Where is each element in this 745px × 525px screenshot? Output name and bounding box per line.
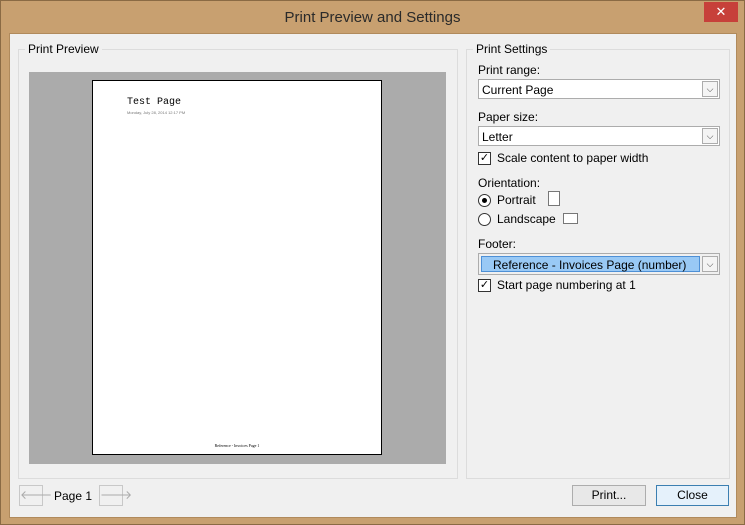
preview-page: Test Page Monday, July 28, 2014 12:17 PM… [92,80,382,455]
print-preview-group: Print Preview Test Page Monday, July 28,… [18,42,458,479]
previous-page-button[interactable]: 🡐 [19,485,52,506]
portrait-radio[interactable] [478,194,491,207]
footer-label: Footer: [478,237,517,251]
chevron-down-icon[interactable]: ⌵ [702,81,718,97]
start-page-numbering-checkbox[interactable]: ✓ [478,279,491,292]
next-page-button[interactable]: 🡒 [99,485,132,506]
landscape-page-icon [563,213,578,224]
page-date-text: Monday, July 28, 2014 12:17 PM [127,110,186,115]
window-close-button[interactable]: ✕ [704,2,738,22]
print-button[interactable]: Print... [572,485,646,506]
page-footer-text: Reference - Invoices Page 1 [214,443,260,448]
portrait-label[interactable]: Portrait [497,193,536,207]
landscape-label[interactable]: Landscape [497,212,556,226]
preview-canvas[interactable]: Test Page Monday, July 28, 2014 12:17 PM… [29,72,446,464]
chevron-down-icon[interactable]: ⌵ [702,128,718,144]
footer-select[interactable]: Reference - Invoices Page (number) ⌵ [478,253,720,275]
scale-content-checkbox[interactable]: ✓ [478,152,491,165]
radio-selected-dot [482,198,487,203]
footer-value: Reference - Invoices Page (number) [493,258,687,272]
title-bar[interactable]: Print Preview and Settings ✕ [1,1,744,35]
scale-content-label[interactable]: Scale content to paper width [497,151,648,165]
arrow-right-icon: 🡒 [100,488,133,502]
dialog-client-area: Print Preview Test Page Monday, July 28,… [9,33,737,518]
print-range-value: Current Page [482,83,554,97]
page-title-text: Test Page [127,97,182,108]
landscape-radio[interactable] [478,213,491,226]
arrow-left-icon: 🡐 [20,488,53,502]
chevron-down-icon[interactable]: ⌵ [702,256,718,272]
portrait-page-icon [548,191,560,206]
print-preview-dialog: Print Preview and Settings ✕ Print Previ… [0,0,745,525]
paper-size-select[interactable]: Letter ⌵ [478,126,720,146]
print-preview-legend: Print Preview [25,42,102,56]
print-settings-group: Print Settings Print range: Current Page… [466,42,730,479]
start-page-numbering-label[interactable]: Start page numbering at 1 [497,278,636,292]
orientation-label: Orientation: [478,176,541,190]
print-range-label: Print range: [478,63,541,77]
paper-size-label: Paper size: [478,110,539,124]
paper-size-value: Letter [482,130,513,144]
page-indicator: Page 1 [54,489,93,503]
print-settings-legend: Print Settings [473,42,551,56]
print-range-select[interactable]: Current Page ⌵ [478,79,720,99]
window-title: Print Preview and Settings [284,9,461,26]
close-button[interactable]: Close [656,485,729,506]
